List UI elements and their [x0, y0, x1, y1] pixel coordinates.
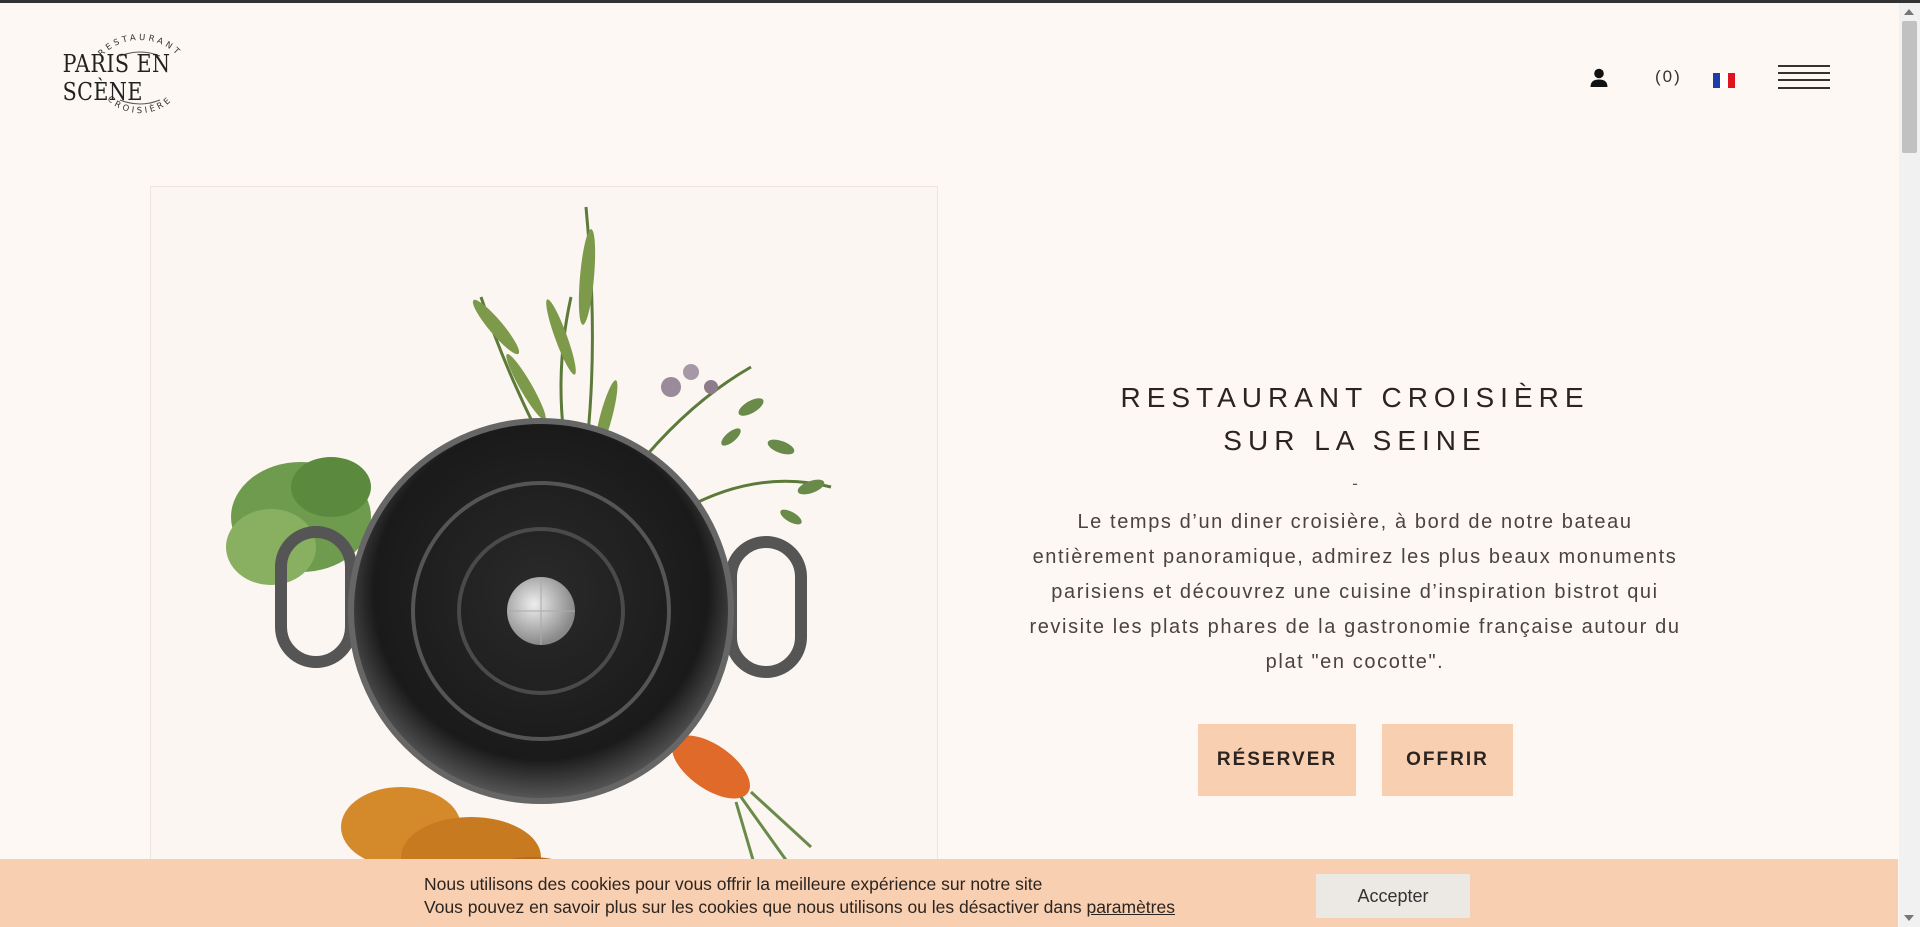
site-logo[interactable]: RESTAURANT CROISIÈRE PARIS EN SCÈNE [50, 26, 230, 130]
scroll-down-arrow-icon[interactable] [1904, 915, 1914, 921]
page-title: RESTAURANT CROISIÈRE SUR LA SEINE [1000, 376, 1710, 462]
page-title-line1: RESTAURANT CROISIÈRE [1120, 382, 1590, 413]
hamburger-menu-icon[interactable] [1778, 65, 1830, 93]
scrollbar-thumb[interactable] [1902, 21, 1917, 153]
scrollbar[interactable] [1899, 3, 1920, 927]
cookie-banner: Nous utilisons des cookies pour vous off… [0, 859, 1898, 927]
offer-button[interactable]: OFFRIR [1382, 724, 1513, 796]
cookie-settings-link[interactable]: paramètres [1086, 897, 1175, 917]
title-separator: - [1352, 474, 1358, 493]
reserve-button[interactable]: RÉSERVER [1198, 724, 1356, 796]
top-border [0, 0, 1920, 3]
hero-description: Le temps d’un diner croisière, à bord de… [1029, 511, 1681, 673]
logo-name: PARIS EN SCÈNE [62, 50, 171, 106]
accept-cookies-button[interactable]: Accepter [1316, 874, 1470, 918]
scroll-up-arrow-icon[interactable] [1904, 9, 1914, 15]
user-icon[interactable] [1588, 67, 1610, 89]
cookie-message-line1: Nous utilisons des cookies pour vous off… [424, 874, 1043, 894]
page-title-line2: SUR LA SEINE [1223, 425, 1487, 456]
hero-image [150, 186, 938, 927]
cookie-message-line2-text: Vous pouvez en savoir plus sur les cooki… [424, 897, 1087, 917]
cookie-message-line2: Vous pouvez en savoir plus sur les cooki… [424, 897, 1175, 918]
pot-handle-right [725, 536, 807, 678]
cart-count[interactable]: (0) [1655, 67, 1682, 87]
cocotte-illustration [226, 206, 832, 917]
fr-flag-icon[interactable] [1713, 73, 1735, 88]
